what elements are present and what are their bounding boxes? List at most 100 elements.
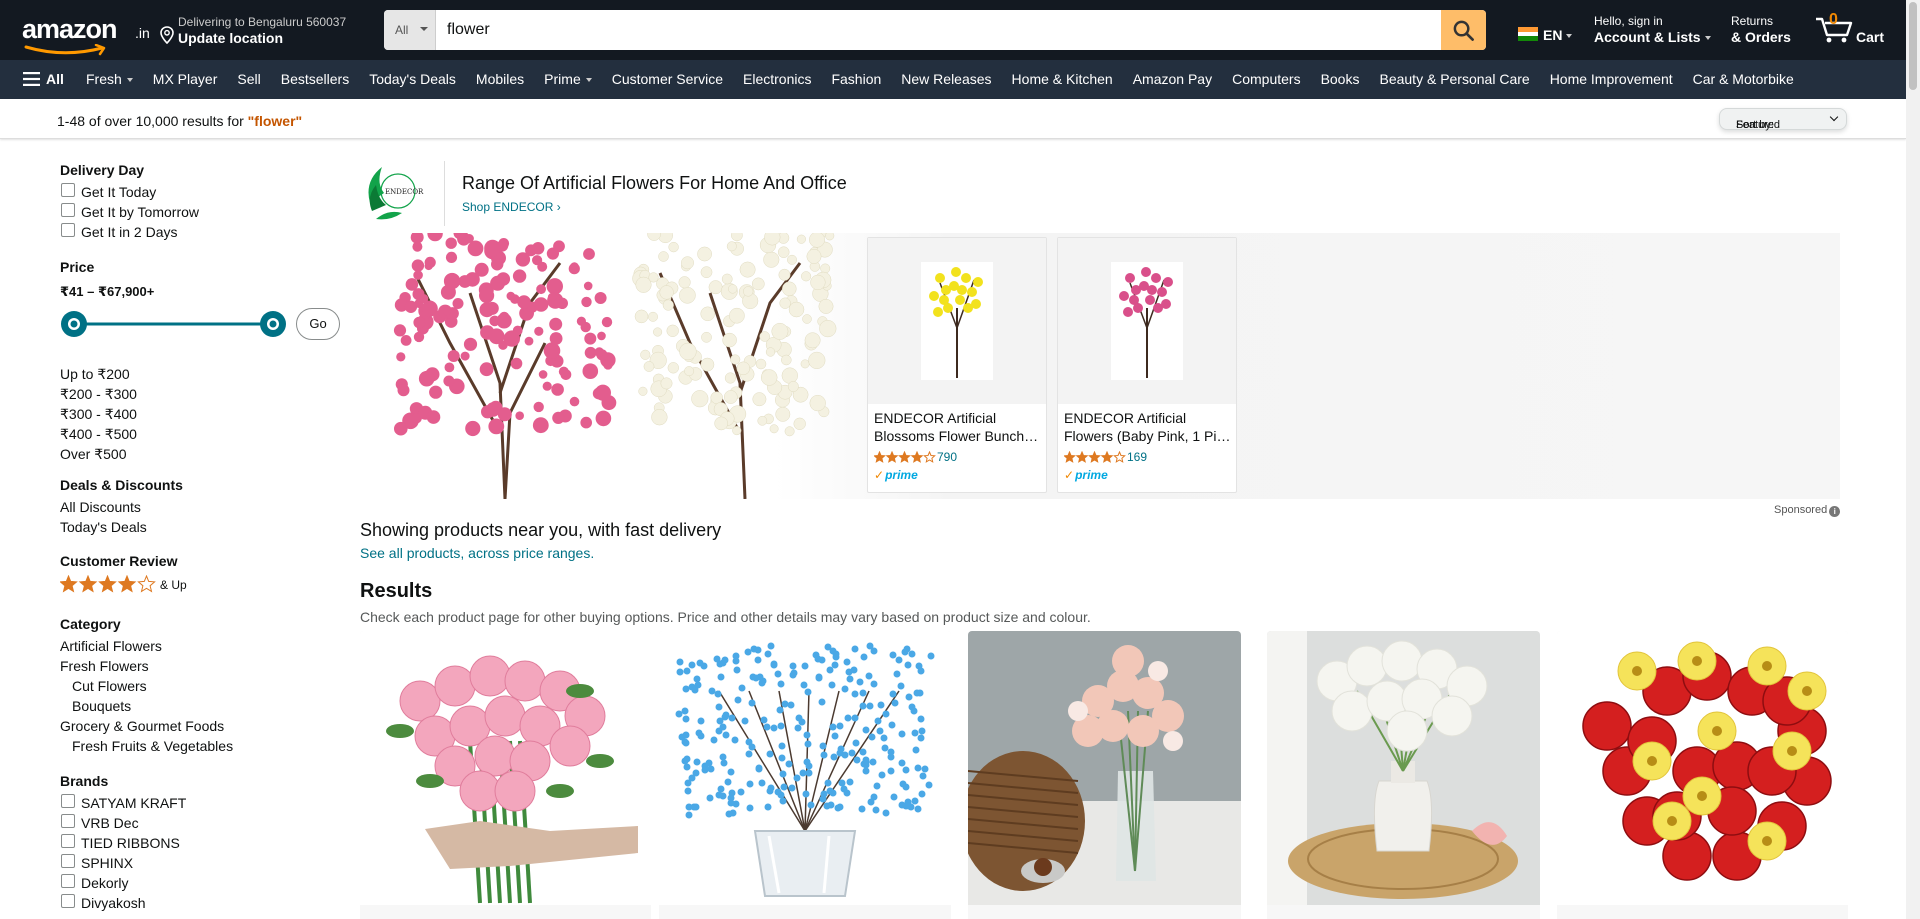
brand-label: Dekorly [81, 875, 129, 891]
results-count-prefix: 1-48 of over 10,000 results for [57, 113, 248, 129]
checkbox[interactable] [61, 794, 75, 808]
category-link[interactable]: Grocery & Gourmet Foods [60, 716, 350, 736]
sponsored-label[interactable]: Sponsored i [1774, 504, 1841, 517]
nav-item-new-releases[interactable]: New Releases [901, 71, 991, 87]
brand-hero[interactable]: ENDECOR Artificial Blossoms Flower Bunch… [360, 233, 1840, 499]
deals-link[interactable]: All Discounts [60, 497, 350, 517]
prime-badge: ✓prime [874, 468, 918, 482]
brand-title[interactable]: Range Of Artificial Flowers For Home And… [462, 173, 847, 194]
nav-item-sell[interactable]: Sell [237, 71, 260, 87]
stars-rating-icon[interactable] [874, 451, 936, 464]
product-image-red-roses-yellow-gerbera[interactable] [1557, 631, 1848, 905]
stars-rating-icon[interactable] [1064, 451, 1126, 464]
nav-item-amazon-pay[interactable]: Amazon Pay [1133, 71, 1212, 87]
product-image-white-chrysanthemum-vase[interactable] [1267, 631, 1540, 905]
nav-item-today-s-deals[interactable]: Today's Deals [369, 71, 456, 87]
delivery-option[interactable]: Get It by Tomorrow [60, 202, 350, 222]
brand-option[interactable]: Dekorly [60, 873, 350, 893]
svg-text:ENDECOR: ENDECOR [385, 188, 424, 196]
brand-product-card[interactable]: ENDECOR Artificial Flowers (Baby Pink, 1… [1057, 237, 1237, 493]
nav-item-electronics[interactable]: Electronics [743, 71, 811, 87]
see-all-products-link[interactable]: See all products, across price ranges. [360, 545, 594, 561]
category-link[interactable]: Artificial Flowers [60, 636, 350, 656]
product-card[interactable] [1267, 631, 1540, 919]
nav-item-mx-player[interactable]: MX Player [153, 71, 218, 87]
brand-label: Divyakosh [81, 895, 146, 911]
checkbox[interactable] [61, 854, 75, 868]
returns-orders[interactable]: Returns & Orders [1731, 14, 1791, 45]
account-lists[interactable]: Hello, sign in Account & Lists [1594, 14, 1714, 45]
category-link[interactable]: Bouquets [60, 696, 350, 716]
product-card[interactable] [1557, 631, 1848, 919]
price-range-link[interactable]: Over ₹500 [60, 444, 137, 464]
brand-product-card[interactable]: ENDECOR Artificial Blossoms Flower Bunch… [867, 237, 1047, 493]
product-image[interactable] [868, 238, 1046, 404]
nav-item-mobiles[interactable]: Mobiles [476, 71, 524, 87]
checkbox[interactable] [61, 814, 75, 828]
brand-option[interactable]: SPHINX [60, 853, 350, 873]
price-range-link[interactable]: Up to ₹200 [60, 364, 137, 384]
checkbox[interactable] [61, 874, 75, 888]
price-range-link[interactable]: ₹200 - ₹300 [60, 384, 137, 404]
brand-option[interactable]: TIED RIBBONS [60, 833, 350, 853]
checkbox[interactable] [61, 223, 75, 237]
category-link[interactable]: Fresh Fruits & Vegetables [60, 736, 350, 756]
checkbox[interactable] [61, 183, 75, 197]
search-button[interactable] [1441, 10, 1486, 50]
product-card[interactable] [360, 631, 651, 919]
nav-item-home-kitchen[interactable]: Home & Kitchen [1012, 71, 1113, 87]
sort-dropdown[interactable]: Sort by: Featured [1719, 108, 1847, 131]
nav-item-fresh[interactable]: Fresh [86, 71, 133, 87]
price-go-button[interactable]: Go [296, 308, 340, 340]
checkbox[interactable] [61, 894, 75, 908]
nav-item-beauty-personal-care[interactable]: Beauty & Personal Care [1379, 71, 1529, 87]
search-category-select[interactable]: All [384, 10, 436, 50]
amazon-logo[interactable]: amazon .in [20, 12, 150, 56]
brand-option[interactable]: SATYAM KRAFT [60, 793, 350, 813]
brand-option[interactable]: Divyakosh [60, 893, 350, 913]
nav-item-bestsellers[interactable]: Bestsellers [281, 71, 349, 87]
endecor-logo[interactable]: ENDECOR [360, 161, 445, 226]
product-card[interactable] [968, 631, 1241, 919]
nav-item-prime[interactable]: Prime [544, 71, 592, 87]
nav-item-books[interactable]: Books [1321, 71, 1360, 87]
shop-brand-link[interactable]: Shop ENDECOR › [462, 200, 561, 214]
delivery-option[interactable]: Get It in 2 Days [60, 222, 350, 242]
review-filter: Customer Review & Up [59, 553, 350, 597]
checkbox[interactable] [61, 203, 75, 217]
product-image-blue-gypsophila-vase[interactable] [659, 631, 951, 905]
nav-item-customer-service[interactable]: Customer Service [612, 71, 723, 87]
product-title[interactable]: ENDECOR Artificial Blossoms Flower Bunch… [874, 409, 1042, 445]
review-count[interactable]: 790 [937, 450, 957, 464]
product-card[interactable] [659, 631, 951, 919]
price-range-link[interactable]: ₹300 - ₹400 [60, 404, 137, 424]
cart-button[interactable]: 0 Cart [1812, 10, 1902, 50]
sort-text: Sort by: Featured [1728, 114, 1780, 131]
product-title[interactable]: ENDECOR Artificial Flowers (Baby Pink, 1… [1064, 409, 1232, 445]
deliver-to[interactable]: Delivering to Bengaluru 560037 Update lo… [160, 14, 360, 48]
page-scrollbar[interactable] [1906, 0, 1920, 919]
update-location: Update location [178, 30, 284, 46]
category-link[interactable]: Cut Flowers [60, 676, 350, 696]
nav-item-fashion[interactable]: Fashion [831, 71, 881, 87]
cart-label: Cart [1856, 29, 1885, 45]
checkbox[interactable] [61, 834, 75, 848]
price-range-link[interactable]: ₹400 - ₹500 [60, 424, 137, 444]
review-4-up-link[interactable]: & Up [59, 574, 350, 597]
nav-item-computers[interactable]: Computers [1232, 71, 1300, 87]
scrollbar-thumb[interactable] [1909, 2, 1917, 90]
delivery-option[interactable]: Get It Today [60, 182, 350, 202]
search-input[interactable] [436, 10, 1436, 50]
product-image-pink-roses-bouquet[interactable] [360, 631, 651, 905]
product-image-peony-vase-on-table[interactable] [968, 631, 1241, 905]
delivery-option-label: Get It Today [81, 184, 157, 200]
search-bar: All [384, 10, 1486, 50]
brand-option[interactable]: VRB Dec [60, 813, 350, 833]
product-image[interactable] [1058, 238, 1236, 404]
category-link[interactable]: Fresh Flowers [60, 656, 350, 676]
nav-item-home-improvement[interactable]: Home Improvement [1550, 71, 1673, 87]
review-count[interactable]: 169 [1127, 450, 1147, 464]
deals-link[interactable]: Today's Deals [60, 517, 350, 537]
delivery-option-label: Get It in 2 Days [81, 224, 178, 240]
nav-item-car-motorbike[interactable]: Car & Motorbike [1693, 71, 1794, 87]
